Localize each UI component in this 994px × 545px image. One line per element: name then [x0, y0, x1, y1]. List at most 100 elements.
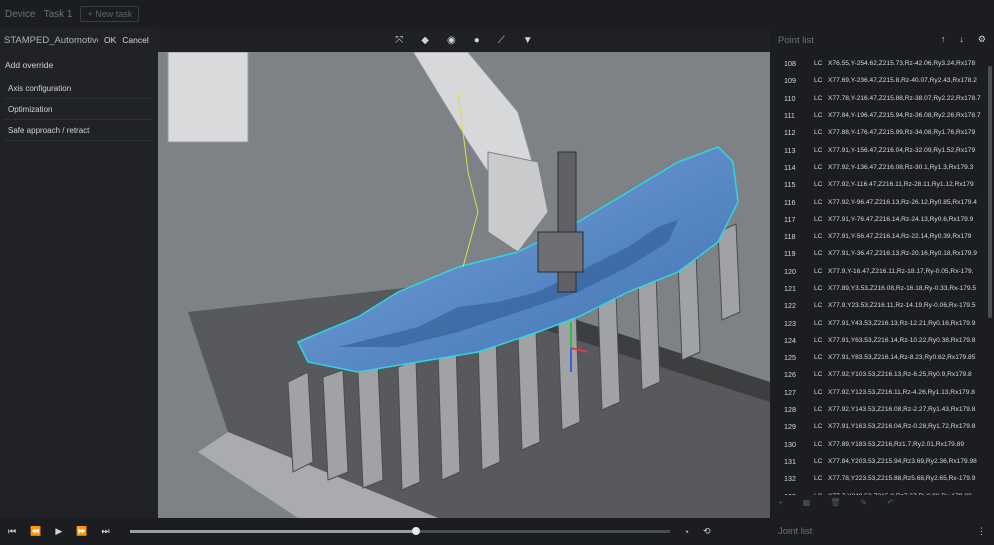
loop-icon[interactable]: ⟲: [703, 526, 711, 537]
undo-icon[interactable]: ↶: [887, 498, 894, 507]
override-panel: STAMPED_Automotive_I OK Cancel Add overr…: [0, 28, 158, 518]
point-row[interactable]: 130 LC X77.89,Y183.53,Z216,Rz1.7,Ry2.01,Rx…: [778, 436, 990, 453]
gear-icon[interactable]: ⚙: [978, 34, 986, 45]
point-index: 131: [784, 456, 796, 466]
more-menu-icon[interactable]: ⋮: [977, 526, 986, 537]
point-row[interactable]: 108 LC X76.55,Y-254.62,Z215.73,Rz-42.06,Ry…: [778, 55, 990, 72]
point-value: X77.91,Y63.53,Z216.14,Rz-10.22,Ry0.38,Rx…: [828, 336, 976, 344]
fit-view-icon[interactable]: ⤧: [395, 35, 403, 46]
override-safe-approach[interactable]: Safe approach / retract: [4, 121, 152, 141]
top-bar: Device Task 1 + New task: [0, 0, 994, 28]
point-row[interactable]: 119 LC X77.91,Y-36.47,Z216.13,Rz-20.16,Ry0…: [778, 245, 990, 262]
fast-forward-icon[interactable]: ⏩: [76, 526, 87, 537]
3d-viewport[interactable]: ⤧ ◆ ◉ ● ⟋ ▼: [158, 28, 770, 518]
point-row[interactable]: 127 LC X77.92,Y123.53,Z216.11,Rz-4.26,Ry1.…: [778, 384, 990, 401]
point-index: 110: [784, 93, 796, 103]
device-tab[interactable]: Device: [5, 9, 36, 20]
point-type: LC: [814, 388, 823, 396]
eye-icon[interactable]: ◉: [447, 35, 456, 46]
point-index: 121: [784, 284, 796, 293]
point-row[interactable]: 115 LC X77.92,Y-116.47,Z216.11,Rz-28.11,Ry…: [778, 176, 990, 193]
point-list[interactable]: 108 LC X76.55,Y-254.62,Z215.73,Rz-42.06,Ry…: [778, 55, 990, 495]
point-value: X77.92,Y103.53,Z216.13,Rz-6.25,Ry0.9,Rx1…: [828, 371, 972, 379]
point-index: 113: [784, 145, 796, 155]
point-row[interactable]: 122 LC X77.9,Y23.53,Z216.11,Rz-14.19,Ry-0.…: [778, 297, 990, 314]
point-value: X77.91,Y-36.47,Z216.13,Rz-20.16,Ry0.18,R…: [828, 250, 977, 258]
filter-icon[interactable]: ▼: [523, 35, 533, 46]
point-row[interactable]: 117 LC X77.91,Y-76.47,Z216.14,Rz-24.13,Ry0…: [778, 211, 990, 228]
move-down-icon[interactable]: ↓: [959, 34, 964, 45]
point-row[interactable]: 114 LC X77.92,Y-136.47,Z216.08,Rz-30.1,Ry1…: [778, 159, 990, 176]
point-type: LC: [814, 60, 823, 68]
project-name-field[interactable]: STAMPED_Automotive_I: [4, 35, 98, 46]
point-value: X77.7,Y243.53,Z215.8,Rz7.67,Ry2.98,Rx-17…: [828, 493, 988, 495]
sphere-icon[interactable]: ●: [474, 35, 480, 46]
point-index: 109: [784, 76, 796, 86]
rewind-icon[interactable]: ⏪: [30, 526, 41, 537]
delete-icon[interactable]: 🗑: [830, 498, 840, 507]
point-row[interactable]: 120 LC X77.9,Y-16.47,Z216.11,Rz-18.17,Ry-0…: [778, 263, 990, 280]
point-row[interactable]: 131 LC X77.84,Y203.53,Z215.94,Rz3.69,Ry2.3…: [778, 453, 990, 470]
point-value: X77.69,Y-236.47,Z215.8,Rz-40.07,Ry2.43,R…: [828, 77, 977, 85]
point-index: 108: [784, 59, 796, 69]
new-task-button[interactable]: + New task: [80, 6, 140, 22]
point-list-header: Point list ↑ ↓ ⚙: [770, 28, 994, 52]
point-type: LC: [814, 319, 823, 327]
point-type: LC: [814, 163, 823, 171]
point-row[interactable]: 132 LC X77.78,Y223.53,Z215.88,Rz5.68,Ry2.6…: [778, 470, 990, 487]
point-row[interactable]: 111 LC X77.84,Y-196.47,Z215.94,Rz-36.08,Ry…: [778, 107, 990, 124]
point-value: X77.78,Y223.53,Z215.88,Rz5.68,Ry2.65,Rx-…: [828, 475, 976, 483]
point-value: X77.91,Y83.53,Z216.14,Rz-8.23,Ry0.62,Rx1…: [828, 354, 976, 362]
point-row[interactable]: 121 LC X77.89,Y3.53,Z216.08,Rz-16.18,Ry-0.…: [778, 280, 990, 297]
joint-list-title: Joint list: [778, 526, 813, 537]
point-type: LC: [814, 129, 823, 137]
path-icon[interactable]: ⟋: [498, 35, 505, 46]
speed-icon[interactable]: ◔: [684, 527, 689, 537]
point-type: LC: [814, 250, 823, 258]
point-type: LC: [814, 371, 823, 379]
point-index: 133: [778, 492, 814, 495]
point-row[interactable]: ▶118LCX77.91,Y-56.47,Z216.14,Rz-22.14,Ry…: [778, 228, 990, 245]
cancel-button[interactable]: Cancel: [122, 35, 148, 45]
point-value: X77.92,Y143.53,Z216.08,Rz-2.27,Ry1.43,Rx…: [828, 406, 976, 414]
point-row[interactable]: 126 LC X77.92,Y103.53,Z216.13,Rz-6.25,Ry0.…: [778, 366, 990, 383]
timeline-slider[interactable]: [129, 527, 670, 535]
skip-end-icon[interactable]: ⏭: [101, 526, 109, 537]
joint-list-bar[interactable]: Joint list ⋮: [770, 518, 994, 545]
point-row[interactable]: 109 LC X77.69,Y-236.47,Z215.8,Rz-40.07,Ry2…: [778, 72, 990, 89]
grid-icon[interactable]: ▦: [803, 498, 811, 507]
skip-start-icon[interactable]: ⏮: [8, 526, 16, 537]
scene-render[interactable]: [158, 52, 770, 518]
override-optimization[interactable]: Optimization: [4, 100, 152, 120]
point-row[interactable]: 113 LC X77.91,Y-156.47,Z216.04,Rz-32.09,Ry…: [778, 141, 990, 158]
move-up-icon[interactable]: ↑: [941, 34, 946, 45]
point-row[interactable]: 129 LC X77.91,Y163.53,Z216.04,Rz-0.28,Ry1.…: [778, 418, 990, 435]
point-index: 118: [784, 232, 796, 242]
point-list-title: Point list: [778, 34, 814, 46]
point-value: X77.89,Y3.53,Z216.08,Rz-16.18,Ry-0.33,Rx…: [828, 285, 977, 292]
override-axis-configuration[interactable]: Axis configuration: [4, 79, 152, 99]
point-row[interactable]: 123 LC X77.91,Y43.53,Z216.13,Rz-12.21,Ry0.…: [778, 314, 990, 331]
play-icon[interactable]: ▶: [55, 526, 62, 537]
edit-icon[interactable]: ✎: [860, 498, 867, 507]
point-row[interactable]: 133LCX77.7,Y243.53,Z215.8,Rz7.67,Ry2.98,…: [778, 487, 990, 495]
point-row[interactable]: 110 LC X77.78,Y-216.47,Z215.88,Rz-38.07,Ry…: [778, 90, 990, 107]
point-row[interactable]: 116 LC X77.92,Y-96.47,Z216.13,Rz-26.12,Ry0…: [778, 193, 990, 210]
viewport-toolbar: ⤧ ◆ ◉ ● ⟋ ▼: [158, 28, 770, 52]
point-row[interactable]: 112 LC X77.88,Y-176.47,Z215.99,Rz-34.08,Ry…: [778, 124, 990, 141]
timeline-knob[interactable]: [411, 527, 420, 535]
point-list-scrollbar[interactable]: [988, 66, 992, 318]
add-point-icon[interactable]: +: [778, 498, 783, 507]
ok-button[interactable]: OK: [104, 35, 116, 45]
point-row[interactable]: 125 LC X77.91,Y83.53,Z216.14,Rz-8.23,Ry0.6…: [778, 349, 990, 366]
app-window: Device Task 1 + New task STAMPED_Automot…: [0, 0, 994, 545]
point-index: 129: [784, 422, 796, 432]
point-row[interactable]: 128 LC X77.92,Y143.53,Z216.08,Rz-2.27,Ry1.…: [778, 401, 990, 418]
task-tab[interactable]: Task 1: [44, 9, 73, 20]
point-type: LC: [814, 440, 823, 448]
add-override-button[interactable]: Add override: [0, 52, 158, 78]
cube-view-icon[interactable]: ◆: [421, 35, 429, 46]
point-value: X77.92,Y123.53,Z216.11,Rz-4.26,Ry1.13,Rx…: [828, 388, 975, 396]
point-value: X76.55,Y-254.62,Z215.73,Rz-42.06,Ry3.24,…: [828, 60, 976, 68]
point-row[interactable]: 124 LC X77.91,Y63.53,Z216.14,Rz-10.22,Ry0.…: [778, 332, 990, 349]
